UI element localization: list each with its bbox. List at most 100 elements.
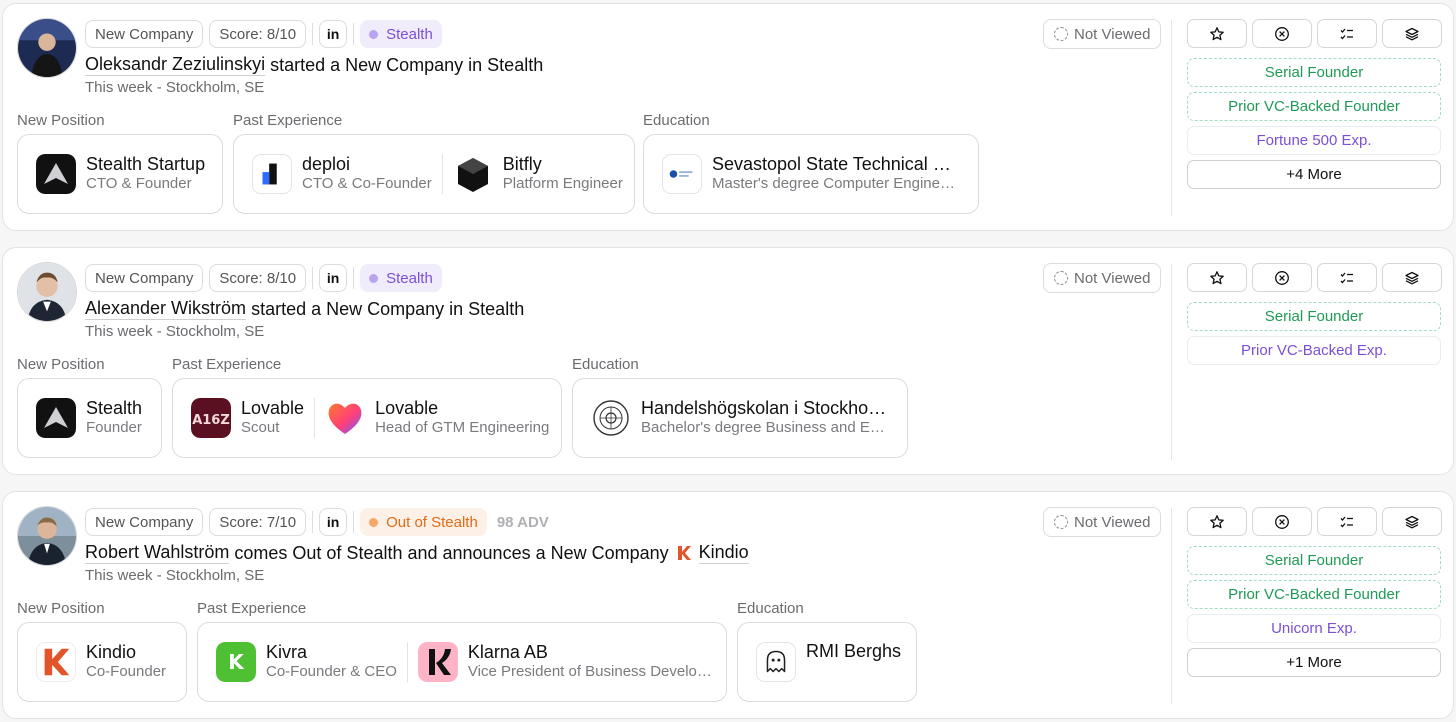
star-button[interactable] (1187, 19, 1247, 48)
layers-button[interactable] (1382, 263, 1442, 292)
education-entry[interactable]: RMI Berghs (756, 642, 901, 682)
school-seal-logo-icon (591, 398, 631, 438)
position-role: CTO & Founder (86, 175, 192, 192)
status-dot-icon (369, 517, 379, 527)
founder-card[interactable]: New Company Score: 8/10 in Stealth Alexa… (2, 247, 1454, 475)
status-label: Stealth (386, 25, 433, 43)
education-entry[interactable]: Handelshögskolan i Stockholm Bachelor's d… (591, 398, 887, 438)
education-title: Sevastopol State Technical U... (712, 155, 958, 174)
dashed-circle-icon (1054, 515, 1068, 529)
kivra-logo-icon: K (216, 642, 256, 682)
experience-entry[interactable]: K Kivra Co-Founder & CEO (216, 642, 397, 682)
avatar[interactable] (17, 18, 77, 78)
not-viewed-badge[interactable]: Not Viewed (1043, 507, 1162, 537)
dismiss-button[interactable] (1252, 507, 1312, 536)
tag-experience: Unicorn Exp. (1187, 614, 1441, 643)
headline: Robert Wahlström comes Out of Stealth an… (85, 542, 749, 564)
layers-button[interactable] (1382, 507, 1442, 536)
checklist-button[interactable] (1317, 507, 1377, 536)
experience-title: Lovable (375, 398, 439, 418)
avatar[interactable] (17, 262, 77, 322)
new-position-box[interactable]: Stealth Startup CTO & Founder (17, 134, 223, 214)
layers-icon (1405, 271, 1419, 285)
university-logo-icon (662, 154, 702, 194)
svg-text:A16Z: A16Z (192, 413, 230, 428)
svg-text:K: K (228, 650, 245, 674)
past-experience-box[interactable]: A16Z Lovable Scout Lovable Head of GTM Eng… (172, 378, 562, 458)
founder-name-link[interactable]: Alexander Wikström (85, 298, 247, 320)
founder-name-link[interactable]: Oleksandr Zeziulinskyi (85, 54, 266, 76)
vertical-divider (1171, 20, 1172, 216)
bitfly-logo-icon (452, 154, 493, 194)
experience-entry[interactable]: deploi CTO & Co-Founder (252, 154, 432, 194)
new-position-box[interactable]: Stealth Founder (17, 378, 162, 458)
status-dot-icon (369, 273, 379, 283)
experience-role: Vice President of Business Develop... (467, 663, 714, 680)
pill-divider (312, 23, 314, 45)
founder-name-link[interactable]: Robert Wahlström (85, 542, 230, 564)
not-viewed-label: Not Viewed (1074, 513, 1151, 531)
layers-button[interactable] (1382, 19, 1442, 48)
experience-entry[interactable]: A16Z Lovable Scout (191, 398, 304, 438)
experience-entry[interactable]: Bitfly Platform Engineer (441, 154, 623, 194)
headline-text: started a New Company in Stealth (251, 298, 525, 319)
new-position-box[interactable]: Kindio Co-Founder (17, 622, 187, 702)
new-position-label: New Position (17, 112, 105, 129)
star-icon (1210, 514, 1224, 528)
avatar[interactable] (17, 506, 77, 566)
experience-entry[interactable]: Klarna AB Vice President of Business Deve… (406, 642, 714, 682)
founder-card[interactable]: New Company Score: 8/10 in Stealth Oleks… (2, 3, 1454, 231)
tag-prior-vc-backed-exp: Prior VC-Backed Exp. (1187, 336, 1441, 365)
headline-text: started a New Company in Stealth (270, 54, 544, 75)
klarna-logo-icon (417, 642, 458, 682)
linkedin-icon[interactable]: in (319, 508, 348, 536)
more-tags-button[interactable]: +1 More (1187, 648, 1441, 677)
dashed-circle-icon (1054, 271, 1068, 285)
experience-title: deploi (302, 154, 351, 174)
close-circle-icon (1275, 26, 1289, 41)
status-dot-icon (369, 29, 379, 39)
pill-divider (312, 267, 314, 289)
dismiss-button[interactable] (1252, 19, 1312, 48)
linkedin-icon[interactable]: in (319, 264, 348, 292)
education-label: Education (643, 112, 710, 129)
education-title: Handelshögskolan i Stockholm (641, 399, 887, 418)
education-entry[interactable]: Sevastopol State Technical U... Master's … (662, 154, 958, 194)
layers-icon (1405, 515, 1419, 529)
type-pill: New Company (85, 508, 204, 536)
not-viewed-badge[interactable]: Not Viewed (1043, 263, 1162, 293)
founder-card[interactable]: New Company Score: 7/10 in Out of Stealt… (2, 491, 1454, 719)
vertical-divider (1171, 264, 1172, 460)
more-tags-button[interactable]: +4 More (1187, 160, 1441, 189)
company-name-link[interactable]: Kindio (698, 542, 749, 564)
linkedin-icon[interactable]: in (319, 20, 348, 48)
checklist-button[interactable] (1317, 263, 1377, 292)
stealth-logo-icon (36, 154, 76, 194)
not-viewed-badge[interactable]: Not Viewed (1043, 19, 1162, 49)
education-box[interactable]: Handelshögskolan i Stockholm Bachelor's d… (572, 378, 908, 458)
experience-role: Co-Founder & CEO (266, 663, 397, 680)
experience-entry[interactable]: Lovable Head of GTM Engineering (314, 398, 549, 438)
kindio-logo-icon (36, 642, 76, 682)
past-experience-box[interactable]: K Kivra Co-Founder & CEO Klarna AB Vice Pr… (197, 622, 727, 702)
position-title: Stealth Startup (86, 154, 206, 174)
education-box[interactable]: Sevastopol State Technical U... Master's … (643, 134, 979, 214)
status-badge: Stealth (360, 264, 442, 292)
checklist-icon (1340, 272, 1353, 283)
checklist-button[interactable] (1317, 19, 1377, 48)
status-badge: Out of Stealth (360, 508, 487, 536)
stealth-logo-icon (36, 398, 76, 438)
tag-serial-founder: Serial Founder (1187, 546, 1441, 575)
education-box[interactable]: RMI Berghs (737, 622, 917, 702)
past-experience-box[interactable]: deploi CTO & Co-Founder Bitfly Platform En… (233, 134, 635, 214)
position-title: Kindio (86, 642, 137, 662)
type-pill: New Company (85, 264, 204, 292)
pill-divider (312, 511, 314, 533)
lovable-heart-logo-icon (325, 398, 366, 438)
position-entry[interactable]: Stealth Founder (36, 398, 142, 438)
star-button[interactable] (1187, 263, 1247, 292)
star-button[interactable] (1187, 507, 1247, 536)
position-entry[interactable]: Stealth Startup CTO & Founder (36, 154, 205, 194)
position-entry[interactable]: Kindio Co-Founder (36, 642, 166, 682)
dismiss-button[interactable] (1252, 263, 1312, 292)
